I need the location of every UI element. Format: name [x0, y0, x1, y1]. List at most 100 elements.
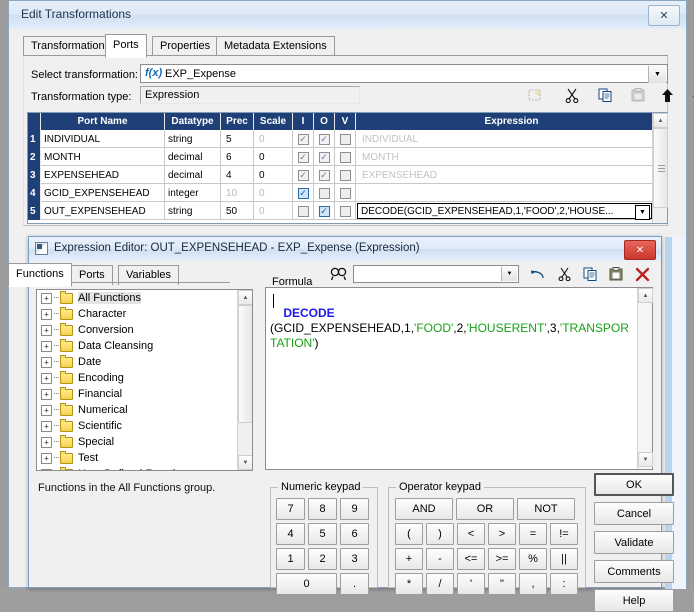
cell-datatype[interactable]: integer [165, 184, 221, 202]
key-colon[interactable]: : [550, 573, 578, 595]
cell-scale[interactable]: 0 [254, 166, 293, 184]
validate-button[interactable]: Validate [594, 531, 674, 554]
close-icon[interactable]: ✕ [648, 5, 680, 26]
cell-prec[interactable]: 6 [221, 148, 254, 166]
expand-icon[interactable]: + [41, 452, 52, 464]
key-2[interactable]: 2 [308, 548, 337, 570]
key-and[interactable]: AND [395, 498, 453, 520]
cell-prec[interactable]: 4 [221, 166, 254, 184]
key-equals[interactable]: = [519, 523, 547, 545]
move-up-icon[interactable] [656, 85, 678, 105]
key-9[interactable]: 9 [340, 498, 369, 520]
expand-icon[interactable]: + [41, 308, 52, 320]
key-or[interactable]: OR [456, 498, 514, 520]
key-1[interactable]: 1 [276, 548, 305, 570]
key-0[interactable]: 0 [276, 573, 337, 595]
scroll-up-icon[interactable]: ▲ [238, 290, 252, 305]
copy-icon[interactable] [578, 264, 602, 284]
tree-item-character[interactable]: + Character [37, 306, 252, 322]
tab-functions[interactable]: Functions [8, 263, 72, 287]
key-plus[interactable]: + [395, 548, 423, 570]
find-icon[interactable] [330, 266, 348, 282]
col-scale[interactable]: Scale [254, 113, 293, 130]
tab-transformation[interactable]: Transformation [23, 36, 113, 56]
tree-item-test[interactable]: + Test [37, 450, 252, 466]
expand-icon[interactable]: + [41, 420, 52, 432]
cell-expression[interactable] [356, 184, 653, 202]
copy-icon[interactable] [594, 85, 616, 105]
expand-icon[interactable]: + [41, 468, 52, 470]
key-percent[interactable]: % [519, 548, 547, 570]
scrollbar-thumb[interactable] [238, 305, 252, 423]
cell-variable-checkbox[interactable]: ✓ [335, 148, 356, 166]
key-minus[interactable]: - [426, 548, 454, 570]
cell-input-checkbox[interactable]: ✓ [293, 202, 314, 220]
cell-variable-checkbox[interactable]: ✓ [335, 166, 356, 184]
key-greater-than[interactable]: > [488, 523, 516, 545]
key-decimal[interactable]: . [340, 573, 369, 595]
chevron-down-icon[interactable]: ▼ [648, 66, 666, 83]
tab-ports[interactable]: Ports [105, 34, 147, 58]
expand-icon[interactable]: + [41, 436, 52, 448]
expand-icon[interactable]: + [41, 388, 52, 400]
table-row[interactable]: 2 MONTH decimal 6 0 ✓ ✓ ✓ MONTH [28, 148, 653, 166]
cell-variable-checkbox[interactable]: ✓ [335, 202, 356, 220]
expand-icon[interactable]: + [41, 372, 52, 384]
cell-scale[interactable]: 0 [254, 130, 293, 148]
cell-output-checkbox[interactable]: ✓ [314, 184, 335, 202]
scrollbar-thumb[interactable] [653, 128, 668, 208]
help-button[interactable]: Help [594, 589, 674, 612]
key-not-equals[interactable]: != [550, 523, 578, 545]
cell-variable-checkbox[interactable]: ✓ [335, 130, 356, 148]
key-divide[interactable]: / [426, 573, 454, 595]
tab-properties[interactable]: Properties [152, 36, 219, 56]
key-not[interactable]: NOT [517, 498, 575, 520]
col-prec[interactable]: Prec [221, 113, 254, 130]
cut-icon[interactable] [552, 264, 576, 284]
key-multiply[interactable]: * [395, 573, 423, 595]
col-input[interactable]: I [293, 113, 314, 130]
comments-button[interactable]: Comments [594, 560, 674, 583]
table-row[interactable]: 5 OUT_EXPENSEHEAD string 50 0 ✓ ✓ ✓ DECO… [28, 202, 653, 220]
key-rparen[interactable]: ) [426, 523, 454, 545]
cancel-button[interactable]: Cancel [594, 502, 674, 525]
cut-icon[interactable] [561, 85, 583, 105]
paste-icon[interactable] [627, 85, 649, 105]
key-4[interactable]: 4 [276, 523, 305, 545]
tree-item-financial[interactable]: + Financial [37, 386, 252, 402]
scroll-up-icon[interactable]: ▲ [638, 288, 653, 303]
cell-scale[interactable]: 0 [254, 184, 293, 202]
col-port-name[interactable]: Port Name [41, 113, 165, 130]
tree-item-conversion[interactable]: + Conversion [37, 322, 252, 338]
chevron-down-icon[interactable]: ▼ [501, 267, 517, 281]
cell-scale[interactable]: 0 [254, 202, 293, 220]
main-window-scrollbar[interactable] [672, 237, 686, 589]
col-output[interactable]: O [314, 113, 335, 130]
expression-edit-box[interactable]: DECODE(GCID_EXPENSEHEAD,1,'FOOD',2,'HOUS… [357, 203, 652, 220]
cell-prec[interactable]: 5 [221, 130, 254, 148]
cell-output-checkbox[interactable]: ✓ [314, 202, 335, 220]
move-down-icon[interactable] [686, 85, 694, 105]
expand-icon[interactable]: + [41, 356, 52, 368]
formula-textarea[interactable]: DECODE (GCID_EXPENSEHEAD,1,'FOOD',2,'HOUS… [265, 287, 653, 470]
cell-output-checkbox[interactable]: ✓ [314, 148, 335, 166]
paste-icon[interactable] [604, 264, 628, 284]
cell-expression[interactable]: MONTH [356, 148, 653, 166]
ok-button[interactable]: OK [594, 473, 674, 496]
key-7[interactable]: 7 [276, 498, 305, 520]
tree-item-user-defined-functions[interactable]: + User Defined Functions [37, 466, 252, 470]
expand-icon[interactable]: + [41, 324, 52, 336]
tree-item-numerical[interactable]: + Numerical [37, 402, 252, 418]
col-datatype[interactable]: Datatype [165, 113, 221, 130]
formula-search-combo[interactable]: ▼ [353, 265, 519, 283]
cell-variable-checkbox[interactable]: ✓ [335, 184, 356, 202]
cell-output-checkbox[interactable]: ✓ [314, 130, 335, 148]
tree-item-scientific[interactable]: + Scientific [37, 418, 252, 434]
cell-port-name[interactable]: OUT_EXPENSEHEAD [41, 202, 165, 220]
key-greater-equal[interactable]: >= [488, 548, 516, 570]
cell-expression[interactable]: EXPENSEHEAD [356, 166, 653, 184]
cell-prec[interactable]: 50 [221, 202, 254, 220]
cell-input-checkbox[interactable]: ✓ [293, 148, 314, 166]
tab-metadata-extensions[interactable]: Metadata Extensions [216, 36, 335, 56]
cell-datatype[interactable]: decimal [165, 148, 221, 166]
